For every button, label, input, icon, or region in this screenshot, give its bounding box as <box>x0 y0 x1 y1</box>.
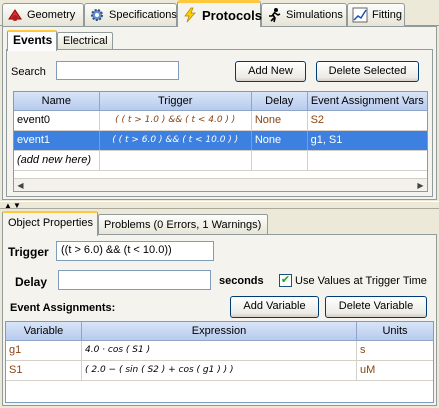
tab-label: Specifications <box>109 9 177 21</box>
column-header-trigger[interactable]: Trigger <box>100 92 252 110</box>
events-pane: Search Add New Delete Selected Name Trig… <box>6 49 433 197</box>
empty-cell <box>252 151 308 170</box>
trigger-input[interactable]: ((t > 6.0) && (t < 10.0)) <box>56 241 214 261</box>
column-header-vars[interactable]: Event Assignment Vars <box>308 92 427 110</box>
search-input[interactable] <box>56 61 179 80</box>
collapse-down-icon[interactable]: ▼ <box>12 202 22 210</box>
tab-label: Geometry <box>27 9 76 21</box>
events-table-header: Name Trigger Delay Event Assignment Vars <box>14 92 427 111</box>
tab-simulations[interactable]: Simulations <box>261 3 347 26</box>
column-header-delay[interactable]: Delay <box>252 92 308 110</box>
event-vars: g1, S1 <box>310 134 343 146</box>
delete-variable-button[interactable]: Delete Variable <box>325 296 427 318</box>
table-row[interactable]: g1 4.0 · cos ( S1 ) s <box>6 341 433 361</box>
tab-fitting[interactable]: Fitting <box>347 3 405 26</box>
column-header-variable[interactable]: Variable <box>6 322 82 340</box>
assignment-expression: 4.0 · cos ( S1 ) <box>82 341 357 360</box>
trigger-label: Trigger <box>8 245 49 259</box>
assignments-table-header: Variable Expression Units <box>6 322 433 341</box>
tab-events[interactable]: Events <box>7 30 57 51</box>
table-row[interactable]: event1 ( ( t > 6.0 ) && ( t < 10.0 ) ) N… <box>14 131 427 151</box>
object-properties-panel: Trigger ((t > 6.0) && (t < 10.0)) Delay … <box>2 234 437 406</box>
empty-cell <box>100 151 252 170</box>
delay-label: Delay <box>15 275 48 289</box>
geometry-icon <box>7 7 23 23</box>
tab-geometry[interactable]: Geometry <box>2 3 84 26</box>
event-name: event0 <box>14 111 100 130</box>
protocols-panel: Events Electrical Search Add New Delete … <box>2 26 437 200</box>
gear-icon <box>89 7 105 23</box>
empty-cell <box>308 151 427 170</box>
event-name: event1 <box>14 131 100 150</box>
assignment-units: s <box>360 344 366 356</box>
assignment-units: uM <box>360 364 376 376</box>
runner-icon <box>266 7 282 23</box>
event-trigger: ( ( t > 1.0 ) && ( t < 4.0 ) ) <box>100 111 252 130</box>
search-label: Search <box>11 66 46 78</box>
column-header-name[interactable]: Name <box>14 92 100 110</box>
tab-label: Simulations <box>286 9 343 21</box>
tab-label: Fitting <box>372 9 402 21</box>
delete-selected-button[interactable]: Delete Selected <box>316 61 419 82</box>
event-trigger: ( ( t > 6.0 ) && ( t < 10.0 ) ) <box>100 131 252 150</box>
scroll-left-icon[interactable]: ◀ <box>14 179 27 191</box>
tab-protocols[interactable]: Protocols <box>177 0 262 27</box>
scroll-right-icon[interactable]: ▶ <box>414 179 427 191</box>
delay-input[interactable] <box>58 270 211 290</box>
main-tab-strip: Geometry Specifications Protocols Simula… <box>0 0 439 27</box>
assignment-variable: S1 <box>6 361 82 380</box>
assignment-expression: ( 2.0 − ( sin ( S2 ) + cos ( g1 ) ) ) <box>82 361 357 380</box>
table-row-add-new[interactable]: (add new here) <box>14 151 427 171</box>
tab-specifications[interactable]: Specifications <box>84 3 177 26</box>
column-header-expression[interactable]: Expression <box>82 322 357 340</box>
use-values-label: Use Values at Trigger Time <box>295 275 427 287</box>
event-assignments-label: Event Assignments: <box>10 302 116 314</box>
tab-label: Protocols <box>202 7 262 23</box>
add-new-button[interactable]: Add New <box>235 61 306 82</box>
table-row[interactable]: event0 ( ( t > 1.0 ) && ( t < 4.0 ) ) No… <box>14 111 427 131</box>
delay-unit-label: seconds <box>219 275 264 287</box>
horizontal-scrollbar[interactable]: ◀ ▶ <box>14 178 427 191</box>
tab-electrical[interactable]: Electrical <box>57 32 113 50</box>
event-delay: None <box>252 131 308 150</box>
tab-problems[interactable]: Problems (0 Errors, 1 Warnings) <box>98 214 268 235</box>
assignments-table: Variable Expression Units g1 4.0 · cos (… <box>5 321 434 403</box>
tab-object-properties[interactable]: Object Properties <box>2 211 98 236</box>
add-variable-button[interactable]: Add Variable <box>230 296 319 318</box>
events-table: Name Trigger Delay Event Assignment Vars… <box>13 91 428 192</box>
chart-icon <box>352 7 368 23</box>
event-delay: None <box>252 111 308 130</box>
add-new-row-label: (add new here) <box>14 151 100 170</box>
table-row[interactable]: S1 ( 2.0 − ( sin ( S2 ) + cos ( g1 ) ) )… <box>6 361 433 381</box>
assignment-variable: g1 <box>6 341 82 360</box>
event-vars: S2 <box>310 114 325 126</box>
use-values-checkbox[interactable]: ✔ <box>279 274 292 287</box>
splitter[interactable]: ▲ ▼ <box>0 201 439 210</box>
lightning-icon <box>182 7 198 23</box>
column-header-units[interactable]: Units <box>357 322 433 340</box>
